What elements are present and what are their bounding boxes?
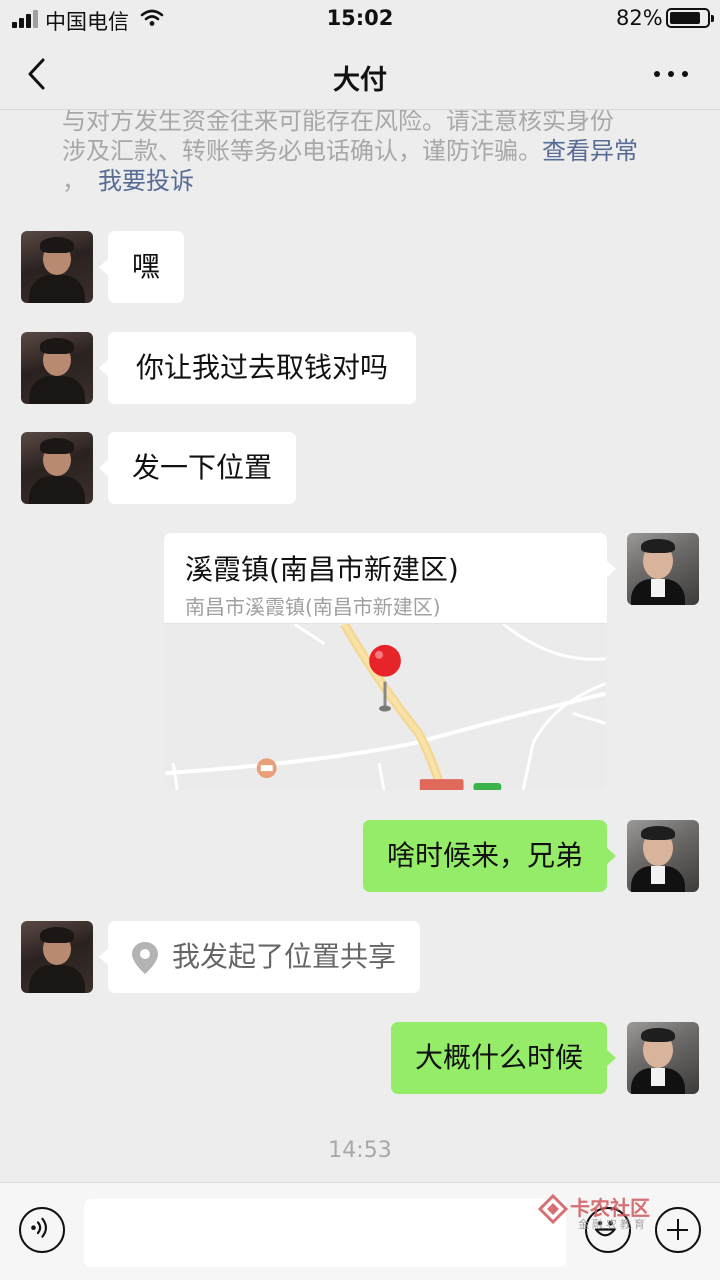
message-bubble[interactable]: 嘿 [98,231,185,303]
location-pin-icon [132,942,158,974]
avatar[interactable] [21,432,93,504]
clock: 15:02 [326,6,394,30]
risk-warning: 与对方发生资金往来可能存在风险。请注意核实身份 涉及汇款、转账等务必电话确认，谨… [62,106,662,196]
warning-line: 涉及汇款、转账等务必电话确认，谨防诈骗。查看异常 [62,136,662,166]
avatar[interactable] [21,332,93,404]
bubble-caret [606,560,616,578]
status-bar: 中国电信 15:02 82% [0,0,720,40]
watermark-subtitle: 金融农教育 [578,1218,648,1231]
view-abnormal-link[interactable]: 查看异常 [542,137,638,165]
watermark-logo: 卡农社区 金融农教育 [538,1190,668,1234]
avatar[interactable] [627,1022,699,1094]
message-input[interactable] [84,1199,566,1267]
avatar[interactable] [21,921,93,993]
location-address: 南昌市溪霞镇(南昌市新建区) [185,595,441,619]
watermark-icon [538,1194,568,1224]
chat-title: 大付 [333,65,387,96]
message-bubble[interactable]: 大概什么时候 [390,1022,617,1094]
avatar[interactable] [627,533,699,605]
report-link[interactable]: 我要投诉 [98,167,194,195]
avatar[interactable] [21,231,93,303]
message-bubble[interactable]: 啥时候来，兄弟 [362,820,617,892]
warning-text: 涉及汇款、转账等务必电话确认，谨防诈骗。 [62,137,542,165]
warning-line: ， 我要投诉 [62,166,662,196]
avatar[interactable] [627,820,699,892]
location-title: 溪霞镇(南昌市新建区) [185,553,459,586]
location-share-text: 我发起了位置共享 [172,940,397,973]
message-bubble[interactable]: 发一下位置 [98,432,297,504]
warning-text: ， [62,167,86,195]
nav-bar: 大付 [0,40,720,110]
warning-line: 与对方发生资金往来可能存在风险。请注意核实身份 [62,107,614,135]
battery-percent: 82% [616,6,663,30]
more-dots-icon[interactable] [654,68,690,80]
location-card[interactable]: 溪霞镇(南昌市新建区) 南昌市溪霞镇(南昌市新建区) [164,533,607,790]
location-share-bubble[interactable]: 我发起了位置共享 [98,921,421,993]
message-bubble[interactable]: 你让我过去取钱对吗 [98,332,417,404]
battery-icon [666,8,714,28]
timestamp: 14:53 [328,1138,392,1163]
map-preview [164,623,607,790]
voice-icon[interactable] [19,1207,65,1253]
